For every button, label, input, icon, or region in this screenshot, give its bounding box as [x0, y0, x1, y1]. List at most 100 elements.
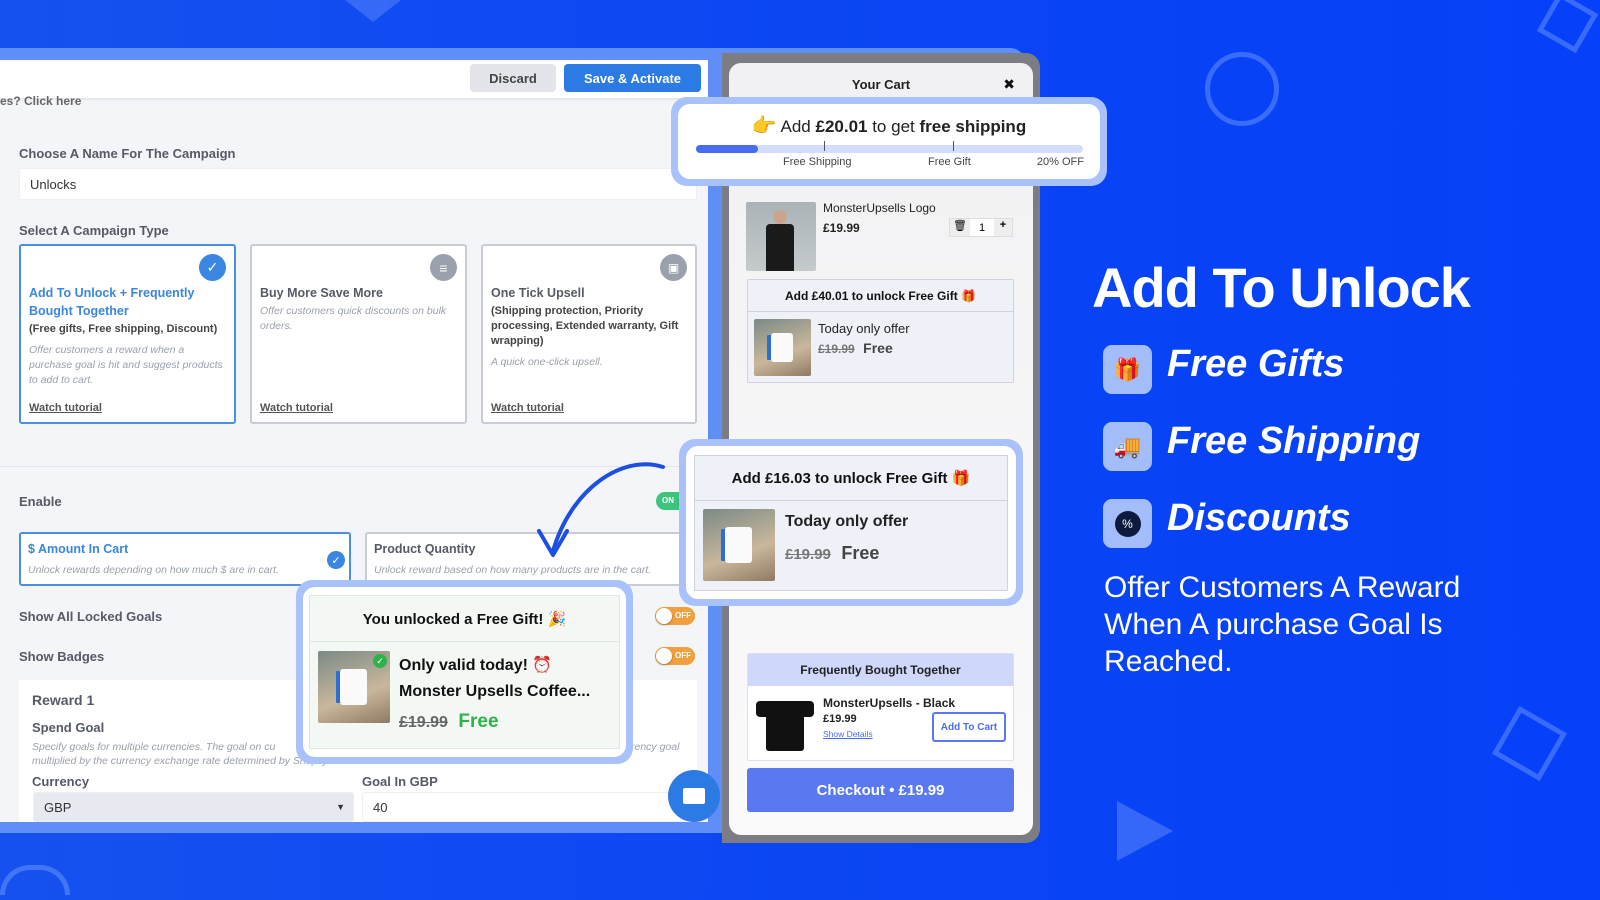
goal-type-amount[interactable]: $ Amount In Cart Unlock rewards dependin…	[19, 532, 351, 586]
chat-icon	[683, 788, 705, 804]
feature-label: Free Shipping	[1167, 420, 1421, 462]
gift-popup-header: Add £16.03 to unlock Free Gift 🎁	[695, 456, 1007, 501]
free-price: Free	[841, 543, 880, 563]
spend-goal-desc-tail: rency goal	[631, 741, 680, 753]
quantity-stepper[interactable]: 🗑 1 +	[949, 218, 1013, 237]
card-subtitle: (Free gifts, Free shipping, Discount)	[29, 323, 218, 335]
card-subtitle: (Shipping protection, Priority processin…	[491, 305, 679, 347]
triangle-decoration	[345, 0, 401, 22]
unlocked-header: You unlocked a Free Gift! 🎉	[310, 596, 619, 642]
offer-text: Today only offer	[818, 321, 910, 336]
toggle-state: OFF	[675, 611, 691, 620]
reward-title: Reward 1	[32, 692, 95, 708]
unlocked-popup: You unlocked a Free Gift! 🎉 ✓ Only valid…	[296, 580, 633, 764]
promo-tagline: Offer Customers A Reward When A purchase…	[1104, 569, 1460, 680]
card-title: Add To Unlock + Frequently Bought Togeth…	[29, 286, 195, 318]
show-badges-toggle[interactable]: OFF	[655, 647, 695, 665]
campaign-type-one-tick[interactable]: ▣ One Tick Upsell (Shipping protection, …	[481, 244, 697, 424]
show-locked-toggle[interactable]: OFF	[655, 607, 695, 625]
gift-popup: Add £16.03 to unlock Free Gift 🎁 Today o…	[679, 439, 1023, 606]
enable-label: Enable	[19, 494, 62, 509]
card-title: One Tick Upsell	[491, 286, 585, 300]
campaign-type-add-to-unlock[interactable]: ✓ Add To Unlock + Frequently Bought Toge…	[19, 244, 236, 424]
card-desc: A quick one-click upsell.	[491, 356, 603, 368]
plus-icon[interactable]: +	[994, 219, 1012, 236]
chevron-down-icon: ▼	[336, 802, 345, 812]
checkout-button[interactable]: Checkout • £19.99	[747, 768, 1014, 812]
mug-image	[754, 319, 811, 376]
fbt-header: Frequently Bought Together	[748, 654, 1013, 686]
list-icon: ≡	[430, 254, 457, 281]
fbt-name: MonsterUpsells - Black	[823, 696, 956, 710]
currency-select[interactable]: GBP ▼	[33, 792, 354, 822]
truck-icon: 🚚	[1103, 422, 1152, 471]
progress-bar	[696, 141, 1083, 153]
feature-label: Discounts	[1167, 497, 1351, 539]
triangle-decoration	[1117, 801, 1173, 861]
fbt-box: Frequently Bought Together MonsterUpsell…	[747, 653, 1014, 761]
old-price: £19.99	[399, 714, 448, 731]
goal-input[interactable]: 40	[362, 792, 684, 822]
milestone-tick	[824, 141, 825, 151]
card-title: Buy More Save More	[260, 286, 383, 300]
old-price: £19.99	[785, 546, 831, 563]
arrow-icon	[537, 462, 665, 557]
feature-label: Free Gifts	[1167, 343, 1345, 385]
offer-text: Today only offer	[785, 513, 909, 530]
circle-decoration	[0, 865, 70, 895]
free-price: Free	[863, 340, 893, 356]
circle-decoration	[1205, 52, 1279, 126]
bar-prefix: Add	[780, 117, 816, 136]
campaign-name-label: Choose A Name For The Campaign	[19, 146, 236, 161]
campaign-type-buy-more[interactable]: ≡ Buy More Save More Offer customers qui…	[250, 244, 467, 424]
help-link[interactable]: es? Click here	[0, 94, 81, 108]
spend-goal-label: Spend Goal	[32, 720, 105, 735]
check-icon: ✓	[327, 551, 345, 569]
currency-value: GBP	[44, 799, 72, 815]
product-image	[746, 202, 816, 271]
discard-button[interactable]: Discard	[470, 64, 556, 92]
campaign-type-label: Select A Campaign Type	[19, 223, 169, 238]
check-icon: ✓	[199, 254, 226, 281]
unlocked-product: Monster Upsells Coffee...	[399, 683, 591, 700]
add-to-cart-button[interactable]: Add To Cart	[932, 712, 1006, 742]
item-price: £19.99	[823, 221, 860, 235]
top-bar: Discard Save & Activate	[0, 60, 708, 98]
spend-goal-desc: Specify goals for multiple currencies. T…	[32, 741, 276, 753]
square-decoration	[1536, 0, 1599, 54]
save-activate-button[interactable]: Save & Activate	[564, 64, 701, 92]
milestone-label: 20% OFF	[1036, 156, 1084, 168]
check-icon: ✓	[373, 654, 387, 668]
campaign-name-input[interactable]: Unlocks	[19, 168, 697, 200]
promo-banner: Discard Save & Activate es? Click here C…	[0, 0, 1600, 900]
currency-label: Currency	[32, 774, 90, 789]
square-decoration	[1491, 705, 1568, 782]
fbt-price: £19.99	[823, 713, 857, 725]
card-desc: Offer customers quick discounts on bulk …	[260, 305, 447, 332]
pointing-hand-icon: 👉	[751, 115, 777, 137]
progress-fill	[696, 145, 758, 153]
close-icon[interactable]: ✖	[1003, 76, 1015, 93]
card-desc: Offer customers a reward when a purchase…	[29, 344, 223, 386]
watch-tutorial-link[interactable]: Watch tutorial	[491, 402, 564, 414]
discount-icon: %	[1103, 499, 1152, 548]
goal-title: Product Quantity	[374, 542, 476, 556]
show-locked-label: Show All Locked Goals	[19, 609, 163, 624]
gift-icon: 🎁	[1103, 345, 1152, 394]
show-details-link[interactable]: Show Details	[823, 729, 873, 739]
shipping-progress-popup: 👉 Add £20.01 to get free shipping Free S…	[671, 97, 1107, 186]
free-price: Free	[458, 711, 499, 732]
gift-box: Add £40.01 to unlock Free Gift 🎁 Today o…	[747, 279, 1014, 383]
trash-icon[interactable]: 🗑	[950, 219, 970, 236]
mug-image: ✓	[318, 651, 390, 723]
chat-button[interactable]	[668, 770, 720, 822]
quantity-value[interactable]: 1	[970, 222, 994, 234]
watch-tutorial-link[interactable]: Watch tutorial	[260, 402, 333, 414]
box-check-icon: ▣	[660, 254, 687, 281]
watch-tutorial-link[interactable]: Watch tutorial	[29, 402, 102, 414]
old-price: £19.99	[818, 342, 855, 356]
tshirt-image	[756, 697, 814, 753]
milestone-tick	[953, 141, 954, 151]
goal-label: Goal In GBP	[362, 774, 438, 789]
tagline-line: Reached.	[1104, 645, 1233, 678]
